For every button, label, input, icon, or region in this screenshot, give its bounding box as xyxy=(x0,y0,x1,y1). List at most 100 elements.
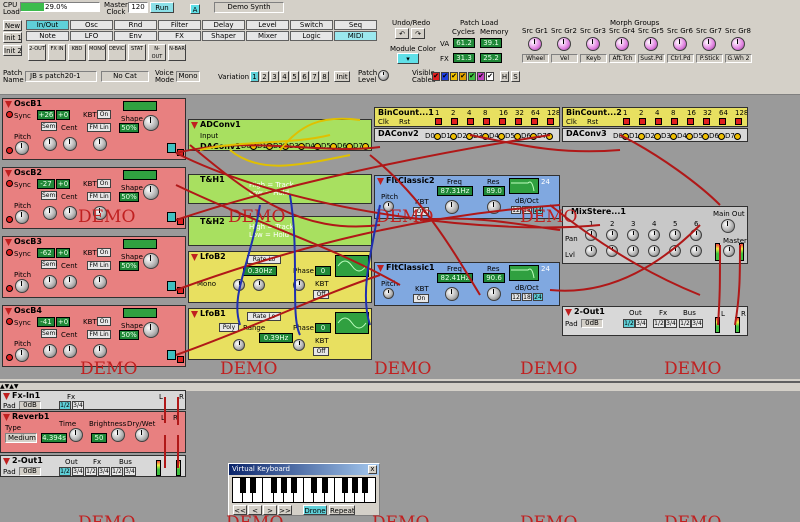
step-jack[interactable] xyxy=(719,118,726,125)
piano-black-key[interactable] xyxy=(362,478,369,493)
routing-button[interactable]: 3/4 xyxy=(665,319,677,328)
patch-cable[interactable] xyxy=(229,149,351,167)
morph-knob[interactable] xyxy=(557,37,571,51)
bit-jack[interactable] xyxy=(670,133,677,140)
osc-waveform-selector[interactable] xyxy=(123,239,157,249)
osc-cent-knob[interactable] xyxy=(63,275,77,289)
cable-visibility-checkbox[interactable]: ✔ xyxy=(486,72,494,81)
filter1-slope-18[interactable]: 18 xyxy=(522,293,532,301)
step-jack[interactable] xyxy=(515,118,522,125)
bit-jack[interactable] xyxy=(530,133,537,140)
osc-mute-toggle[interactable] xyxy=(167,143,176,153)
cable-visibility-checkbox[interactable]: ✔ xyxy=(477,72,485,81)
category-tab-delay[interactable]: Delay xyxy=(202,20,245,30)
bit-jack[interactable] xyxy=(466,133,473,140)
module-collapse-icon[interactable] xyxy=(5,308,12,315)
morph-knob[interactable] xyxy=(731,37,745,51)
osc-fm-knob[interactable] xyxy=(93,344,107,358)
osc-fm-mode[interactable]: FM Lin xyxy=(87,192,111,201)
category-tab-osc[interactable]: Osc xyxy=(70,20,113,30)
bit-jack[interactable] xyxy=(734,133,741,140)
osc-sync-jack[interactable] xyxy=(6,249,13,256)
variation-1-button[interactable]: 1 xyxy=(250,71,259,82)
category-tab-mixer[interactable]: Mixer xyxy=(246,31,289,41)
step-jack[interactable] xyxy=(639,118,646,125)
category-tab-inout[interactable]: In/Out xyxy=(26,20,69,30)
mixer-level-knob[interactable] xyxy=(585,245,597,257)
patch-name-field[interactable]: JB s patch20-1 xyxy=(25,71,97,82)
osc-mute-toggle[interactable] xyxy=(167,350,176,360)
mixer-pan-knob[interactable] xyxy=(627,229,639,241)
osc-semi-knob[interactable] xyxy=(43,206,57,220)
fx-two-out-module[interactable]: 2-Out1 Pad 0dB Out Fx Bus 1/2 3/4 1/2 3/4 1/… xyxy=(0,455,186,477)
category-tab-filter[interactable]: Filter xyxy=(158,20,201,30)
variation-3-button[interactable]: 3 xyxy=(270,71,279,82)
osc-pitch-jack[interactable] xyxy=(6,216,13,223)
filter-classic-1-module[interactable]: FltClassic1 Freq 82.41Hz Res 90.6 24 Pit… xyxy=(374,262,560,306)
variation-4-button[interactable]: 4 xyxy=(280,71,289,82)
module-icon-fx in[interactable]: FX IN xyxy=(48,44,66,61)
mixer-pan-knob[interactable] xyxy=(669,229,681,241)
bit-jack[interactable] xyxy=(282,143,289,150)
mixer-pan-knob[interactable] xyxy=(585,229,597,241)
morph-knob[interactable] xyxy=(673,37,687,51)
drone-button[interactable]: Drone xyxy=(303,505,327,515)
osc-shape-knob[interactable] xyxy=(143,253,159,269)
cable-visibility-checkbox[interactable]: ✔ xyxy=(450,72,458,81)
daconv2-module[interactable]: DAConv2 D0 D1 D2 D3 D4 D5 D6 D7 xyxy=(374,128,560,142)
undo-button[interactable]: ↶ xyxy=(395,28,409,39)
morph-name-field[interactable]: Aft.Tch xyxy=(609,54,636,63)
new-button[interactable]: New xyxy=(3,20,22,31)
piano-black-key[interactable] xyxy=(321,478,328,493)
out1-pad-select[interactable]: 0dB xyxy=(581,319,603,328)
bit-jack[interactable] xyxy=(638,133,645,140)
osc-sync-jack[interactable] xyxy=(6,318,13,325)
mixer-level-knob[interactable] xyxy=(627,245,639,257)
morph-knob[interactable] xyxy=(528,37,542,51)
category-tab-env[interactable]: Env xyxy=(114,31,157,41)
variation-8-button[interactable]: 8 xyxy=(320,71,329,82)
osc-semi-button[interactable]: Semi xyxy=(41,122,57,131)
bit-jack[interactable] xyxy=(654,133,661,140)
virtual-keyboard-window[interactable]: Virtual Keyboard x << < > >> Drone Repeat xyxy=(228,463,380,516)
bincount1-module[interactable]: BinCount...1 Clk Rst 1 2 4 8 16 32 64 128 xyxy=(374,107,560,127)
init1-button[interactable]: Init 1 xyxy=(3,32,22,43)
step-jack[interactable] xyxy=(655,118,662,125)
lfob1-rate-mode[interactable]: Rate Lo xyxy=(247,312,281,321)
osc-sync-jack[interactable] xyxy=(6,111,13,118)
bit-jack[interactable] xyxy=(450,133,457,140)
lfob2-rate-knob[interactable] xyxy=(233,279,245,291)
osc-pitch-knob[interactable] xyxy=(15,210,29,224)
lfob2-phase-knob[interactable] xyxy=(293,279,305,291)
lfob1-mode[interactable]: Poly xyxy=(219,323,239,332)
bincount2-module[interactable]: BinCount...2 Clk Rst 1 2 4 8 16 32 64 128 xyxy=(562,107,748,127)
osc-fm-mode[interactable]: FM Lin xyxy=(87,123,111,132)
osc-semi-button[interactable]: Semi xyxy=(41,191,57,200)
reverb-time-knob[interactable] xyxy=(69,428,83,442)
routing-button[interactable]: 3/4 xyxy=(635,319,647,328)
category-tab-rnd[interactable]: Rnd xyxy=(114,20,157,30)
step-jack[interactable] xyxy=(735,118,742,125)
osc-semi-button[interactable]: Semi xyxy=(41,260,57,269)
category-tab-seq[interactable]: Seq xyxy=(334,20,377,30)
virtual-keyboard-close-button[interactable]: x xyxy=(368,465,377,474)
module-collapse-icon[interactable] xyxy=(5,101,12,108)
morph-knob[interactable] xyxy=(615,37,629,51)
osc-shape-knob[interactable] xyxy=(143,322,159,338)
category-tab-midi[interactable]: MIDI xyxy=(334,31,377,41)
osc-cent-knob[interactable] xyxy=(63,344,77,358)
step-jack[interactable] xyxy=(483,118,490,125)
module-icon-kbd[interactable]: KBD xyxy=(68,44,86,61)
routing-button[interactable]: 1/2 xyxy=(85,467,97,476)
osc-kbt-toggle[interactable]: On xyxy=(97,110,111,119)
osc-semi-knob[interactable] xyxy=(43,344,57,358)
lfob2-module[interactable]: LfoB2 Rate Lo 0.30Hz Phase 0 Mono KBT Of… xyxy=(188,251,372,303)
osc-semi-button[interactable]: Semi xyxy=(41,329,57,338)
step-jack[interactable] xyxy=(623,118,630,125)
category-tab-shaper[interactable]: Shaper xyxy=(202,31,245,41)
category-tab-switch[interactable]: Switch xyxy=(290,20,333,30)
repeat-button[interactable]: Repeat xyxy=(329,505,355,515)
filter1-slope-12[interactable]: 12 xyxy=(511,293,521,301)
mixer-pan-knob[interactable] xyxy=(648,229,660,241)
osc-semi-knob[interactable] xyxy=(43,137,57,151)
